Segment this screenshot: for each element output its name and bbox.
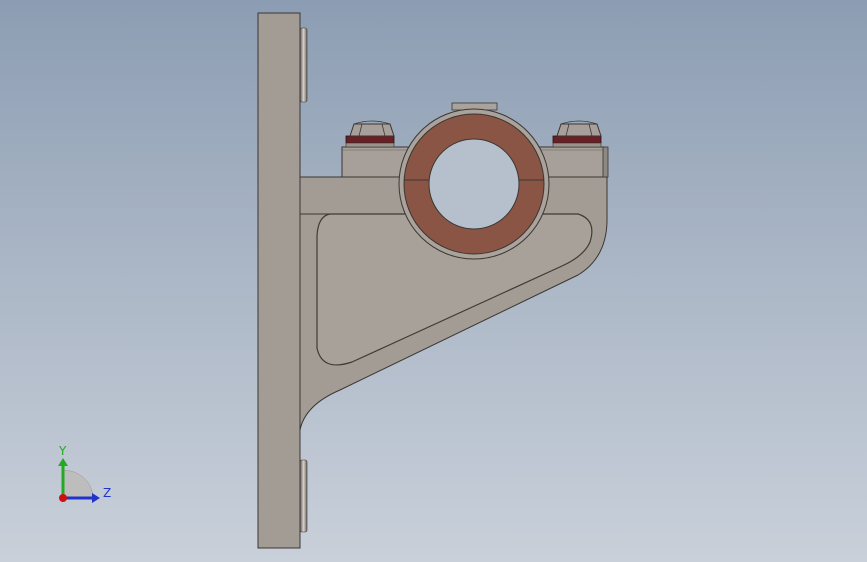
x-axis-dot xyxy=(59,494,67,502)
bracket-drawing: Y Z xyxy=(58,12,609,549)
hex-nut-right xyxy=(556,120,602,137)
cad-viewport[interactable]: Y Z xyxy=(0,0,867,562)
y-axis-arrowhead xyxy=(58,458,68,466)
mounting-plate xyxy=(257,12,301,549)
clamp-end-tab xyxy=(602,146,609,178)
mounting-pin-top xyxy=(299,27,308,103)
washer-left xyxy=(345,135,395,144)
z-axis-arrowhead xyxy=(92,493,100,503)
mounting-pin-bottom xyxy=(299,459,308,533)
triad-quarter-disc xyxy=(62,469,94,499)
washer-right xyxy=(552,135,602,144)
z-axis-label: Z xyxy=(103,486,111,500)
hex-nut-left xyxy=(349,120,395,137)
axis-triad[interactable]: Y Z xyxy=(58,444,111,503)
pipe-bore xyxy=(428,138,520,230)
y-axis-label: Y xyxy=(58,444,67,458)
